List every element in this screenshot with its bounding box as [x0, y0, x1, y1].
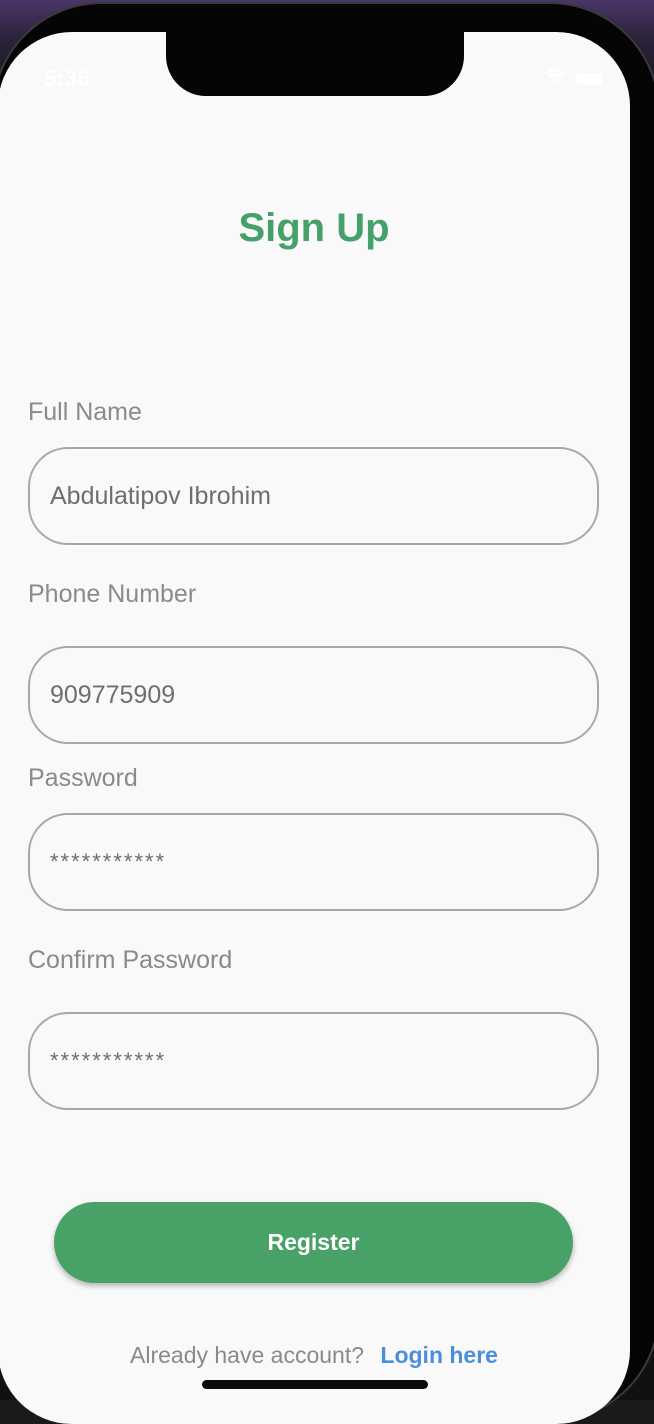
full-name-label: Full Name — [28, 398, 142, 426]
status-time: 5:36 — [44, 66, 91, 91]
home-indicator[interactable] — [202, 1380, 428, 1389]
phone-number-input[interactable]: 909775909 — [28, 646, 599, 744]
phone-number-label: Phone Number — [28, 580, 197, 608]
notch — [166, 32, 464, 96]
confirm-password-label: Confirm Password — [28, 946, 233, 974]
full-name-input[interactable]: Abdulatipov Ibrohim — [28, 447, 599, 545]
password-label: Password — [28, 764, 138, 792]
login-prompt: Already have account? — [130, 1342, 365, 1368]
wifi-icon — [544, 68, 566, 89]
page-title: Sign Up — [238, 206, 390, 250]
confirm-password-input[interactable]: *********** — [28, 1012, 599, 1110]
password-input[interactable]: *********** — [28, 813, 599, 911]
login-link[interactable]: Login here — [380, 1342, 498, 1368]
register-button[interactable]: Register — [54, 1202, 573, 1283]
register-button-label: Register — [267, 1229, 360, 1255]
phone-frame: 5:36 Sign Up Full Name Abdulatipov Ibroh… — [0, 2, 654, 1424]
battery-icon — [576, 72, 602, 85]
login-row: Already have account? Login here — [0, 1342, 630, 1369]
status-icons — [544, 68, 602, 89]
phone-screen: 5:36 Sign Up Full Name Abdulatipov Ibroh… — [0, 32, 630, 1424]
